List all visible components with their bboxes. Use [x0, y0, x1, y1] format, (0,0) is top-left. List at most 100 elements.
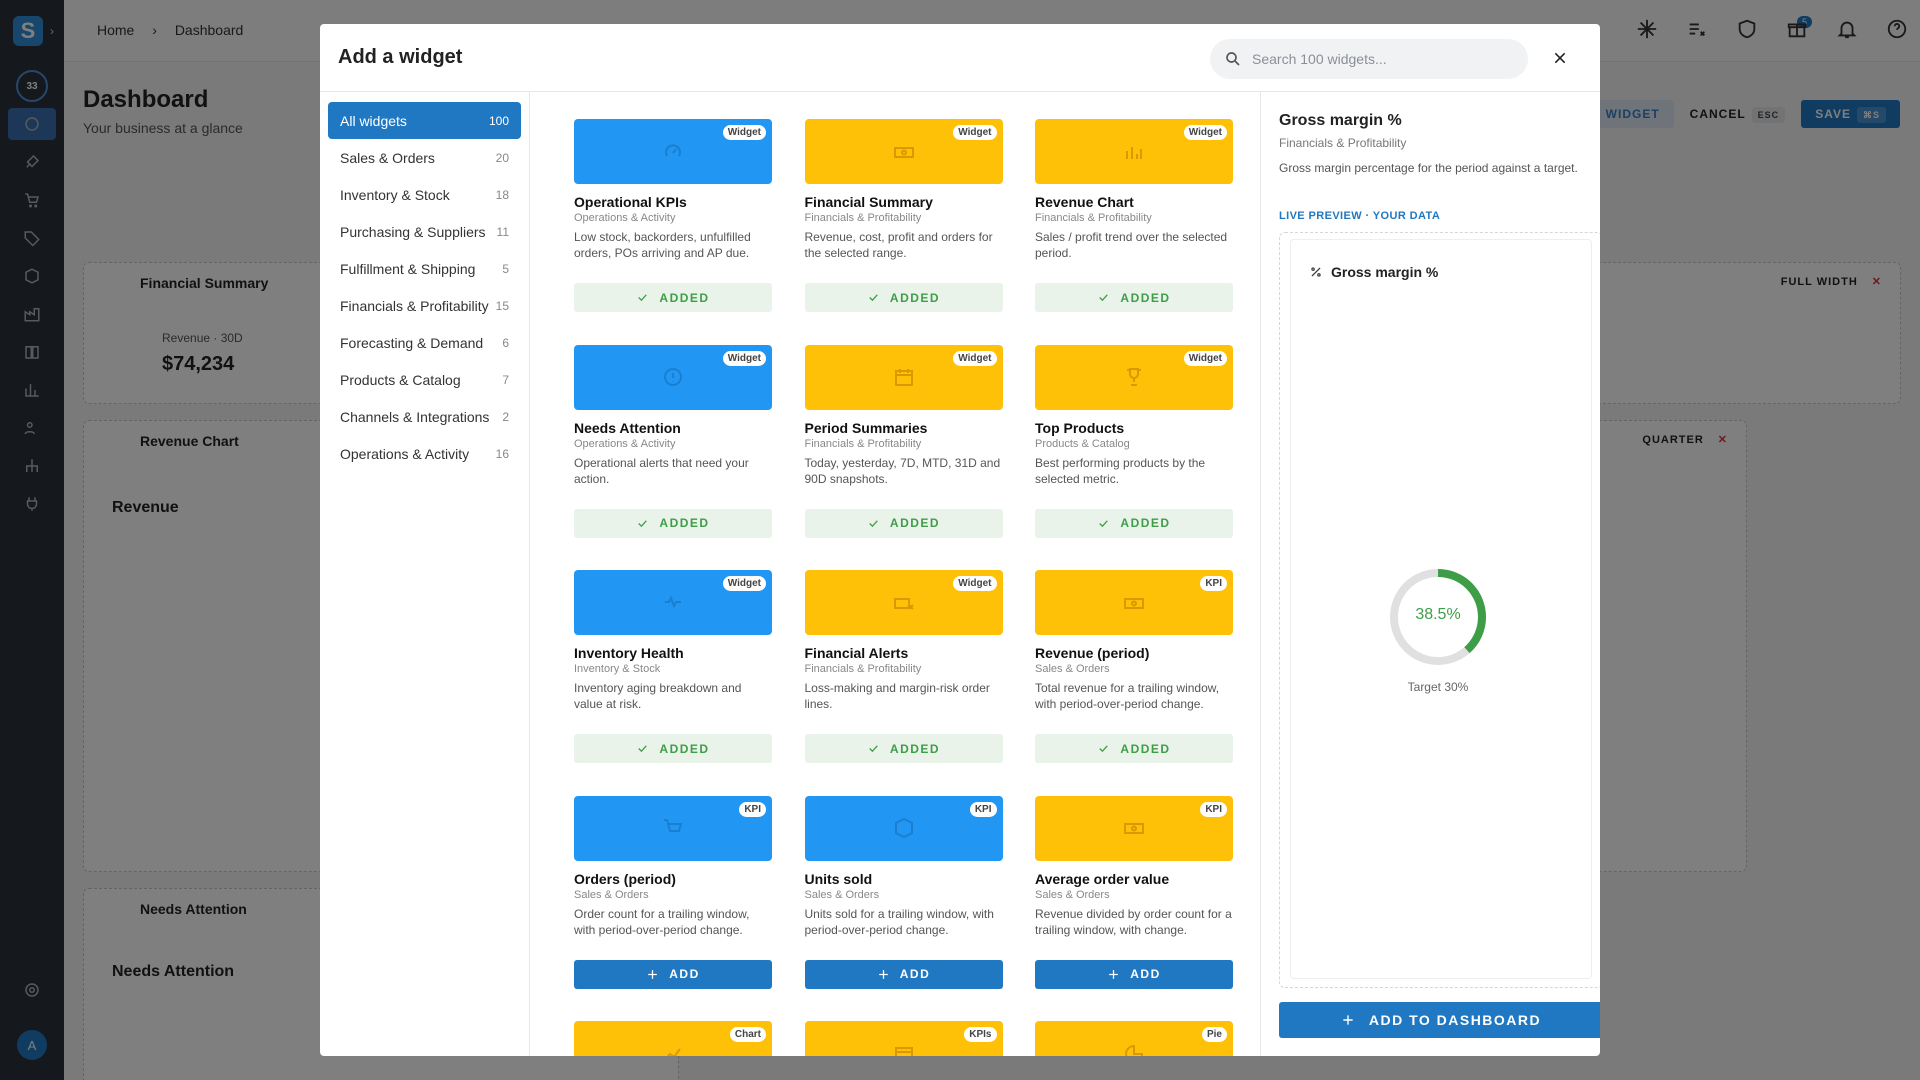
- widget-type-tag: Widget: [722, 576, 766, 591]
- widget-type-tag: KPI: [1200, 576, 1227, 591]
- category-item[interactable]: Products & Catalog 7: [328, 361, 521, 398]
- widget-type-tag: Chart: [729, 1027, 766, 1042]
- widget-card[interactable]: Widget Needs Attention Operations & Activi…: [574, 344, 772, 538]
- widget-card[interactable]: Widget Operational KPIs Operations & Activ…: [574, 119, 772, 312]
- category-label: Financials & Profitability: [340, 297, 489, 314]
- category-item[interactable]: All widgets 100: [328, 102, 521, 139]
- check-icon: [869, 745, 878, 753]
- widget-type-tag: KPI: [969, 801, 997, 817]
- category-label: Products & Catalog: [340, 371, 461, 388]
- widget-card[interactable]: KPIs: [804, 1021, 1003, 1056]
- preview-description: Gross margin percentage for the period a…: [1279, 161, 1578, 175]
- add-widget-card-button[interactable]: ADD: [574, 959, 772, 989]
- gauge-target: Target 30%: [1407, 680, 1469, 694]
- widget-type-tag: Pie: [1201, 1027, 1227, 1042]
- category-count: 11: [496, 224, 509, 239]
- widget-card[interactable]: Widget Financial Alerts Financials & Profi…: [804, 570, 1003, 763]
- widget-added-indicator: ADDED: [804, 283, 1003, 312]
- widget-category: Sales & Orders: [1035, 888, 1110, 901]
- widget-name: Revenue (period): [1035, 645, 1150, 661]
- add-widget-card-button[interactable]: ADD: [804, 959, 1003, 989]
- category-count: 7: [502, 372, 509, 387]
- widget-thumbnail: Widget: [574, 570, 772, 635]
- preview-widget: Gross margin % 38.5% Target 30%: [1290, 239, 1592, 979]
- category-item[interactable]: Inventory & Stock 18: [328, 176, 521, 213]
- widget-added-indicator: ADDED: [804, 508, 1003, 538]
- check-icon: [1099, 745, 1109, 753]
- cart-icon: [664, 819, 683, 832]
- widget-type-tag: Widget: [722, 125, 766, 140]
- check-icon: [638, 745, 648, 753]
- category-item[interactable]: Sales & Orders 20: [328, 139, 521, 176]
- widget-card[interactable]: Widget Period Summaries Financials & Profi…: [804, 344, 1003, 538]
- widget-button-label: ADDED: [1120, 516, 1171, 530]
- category-item[interactable]: Fulfillment & Shipping 5: [328, 250, 521, 287]
- cash-icon: [1124, 823, 1144, 834]
- modal-title: Add a widget: [338, 46, 463, 68]
- widget-button-label: ADDED: [1120, 741, 1171, 756]
- widget-button-label: ADD: [899, 967, 931, 981]
- category-item[interactable]: Forecasting & Demand 6: [328, 324, 521, 361]
- widget-thumbnail: KPI: [1035, 795, 1233, 861]
- widget-button-label: ADDED: [889, 516, 941, 530]
- add-widget-card-button[interactable]: ADD: [1035, 959, 1233, 989]
- search-icon: [1226, 52, 1240, 66]
- widget-card[interactable]: Chart: [574, 1021, 772, 1056]
- widget-card[interactable]: KPI Average order value Sales & Orders Reve…: [1035, 795, 1233, 989]
- category-list: All widgets 100 Sales & Orders 20 Inventory …: [320, 92, 530, 1056]
- widget-type-tag: Widget: [722, 350, 766, 366]
- widget-button-label: ADDED: [659, 516, 710, 530]
- widget-search-input[interactable]: [1252, 51, 1502, 67]
- widget-type-tag: Widget: [1183, 350, 1227, 366]
- plus-icon: [878, 969, 888, 979]
- widget-category: Sales & Orders: [804, 888, 880, 901]
- percent-icon: [1311, 267, 1321, 277]
- bar-chart-icon: [1126, 146, 1142, 159]
- widget-category: Sales & Orders: [1035, 663, 1110, 675]
- widget-name: Operational KPIs: [574, 194, 687, 210]
- widget-thumbnail: Widget: [574, 119, 772, 184]
- check-icon: [638, 519, 648, 527]
- widget-thumbnail: Widget: [804, 570, 1003, 635]
- widget-thumbnail: KPI: [1035, 570, 1233, 635]
- check-icon: [638, 294, 648, 302]
- live-preview-label: LIVE PREVIEW · YOUR DATA: [1279, 210, 1441, 222]
- widget-description: Loss-making and margin-risk order lines.: [804, 681, 990, 711]
- widget-description: Operational alerts that need your action…: [574, 455, 749, 486]
- widget-card[interactable]: KPI Revenue (period) Sales & Orders Total r…: [1035, 570, 1233, 763]
- preview-pane: Gross margin % Financials & Profitabilit…: [1260, 92, 1600, 1056]
- add-to-dashboard-label: ADD TO DASHBOARD: [1368, 1012, 1542, 1028]
- add-to-dashboard-button[interactable]: ADD TO DASHBOARD: [1279, 1002, 1600, 1038]
- widget-card[interactable]: Pie: [1035, 1021, 1233, 1056]
- widget-search: [1210, 39, 1528, 79]
- widget-card[interactable]: Widget Top Products Products & Catalog Best…: [1035, 344, 1233, 538]
- widget-card[interactable]: Widget Revenue Chart Financials & Profitab…: [1035, 119, 1233, 312]
- category-item[interactable]: Operations & Activity 16: [328, 435, 521, 472]
- category-count: 16: [495, 446, 509, 461]
- category-item[interactable]: Purchasing & Suppliers 11: [328, 213, 521, 250]
- widget-card[interactable]: Widget Financial Summary Financials & Prof…: [804, 119, 1003, 312]
- category-count: 18: [495, 187, 509, 202]
- widget-description: Revenue, cost, profit and orders for the…: [804, 230, 993, 260]
- category-label: Inventory & Stock: [340, 186, 450, 203]
- close-modal-button[interactable]: [1548, 46, 1572, 70]
- widget-card[interactable]: KPI Units sold Sales & Orders Units sold fo…: [804, 795, 1003, 989]
- widget-description: Units sold for a trailing window, with p…: [804, 906, 994, 937]
- category-count: 20: [495, 150, 509, 165]
- widget-category: Operations & Activity: [574, 212, 676, 224]
- cash-alert-icon: [893, 597, 914, 610]
- widget-name: Units sold: [804, 870, 873, 887]
- close-icon: [1554, 52, 1566, 64]
- widget-card[interactable]: Widget Inventory Health Inventory & Stock I…: [574, 570, 772, 763]
- category-count: 2: [502, 409, 509, 424]
- pie-icon: [1125, 1044, 1144, 1056]
- category-item[interactable]: Channels & Integrations 2: [328, 398, 521, 435]
- check-icon: [869, 294, 878, 302]
- widget-thumbnail: KPI: [804, 795, 1003, 861]
- widget-category: Financials & Profitability: [1035, 212, 1152, 224]
- widget-card[interactable]: KPI Orders (period) Sales & Orders Order co…: [574, 795, 772, 989]
- category-item[interactable]: Financials & Profitability 15: [328, 287, 521, 324]
- widget-description: Best performing products by the selected…: [1035, 455, 1206, 486]
- widget-type-tag: KPI: [1200, 801, 1227, 817]
- widget-button-label: ADD: [1130, 967, 1161, 981]
